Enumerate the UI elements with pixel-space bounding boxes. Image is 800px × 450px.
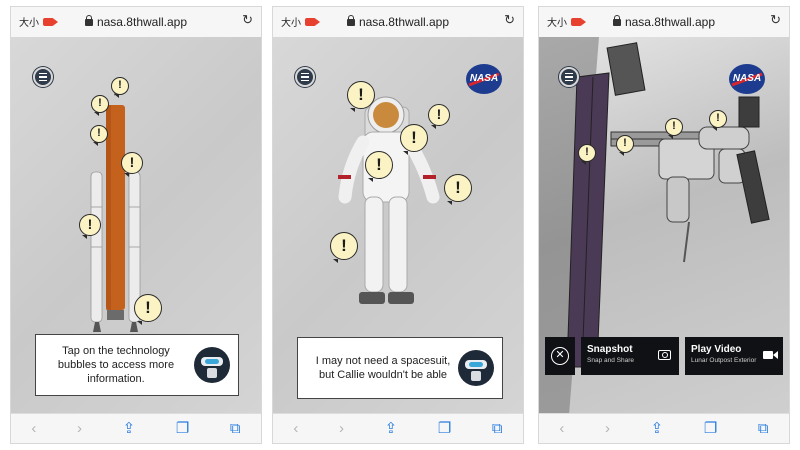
tech-bubble[interactable]: ! xyxy=(428,104,450,129)
dialog-line: Tap on the technology xyxy=(62,345,170,357)
camera-icon xyxy=(658,350,671,360)
robot-avatar-icon xyxy=(194,347,230,383)
ar-camera-view[interactable]: NASA ! ! ! ! ! ! I may not need a spaces… xyxy=(273,37,523,415)
phone-screen-rocket: 大小 nasa.8thwall.app ↻ ! ! ! ! ! ! Tap on… xyxy=(10,6,262,444)
browser-toolbar: ‹ › ⇪ ❐ ⧉ xyxy=(273,413,523,443)
phone-screen-station: 大小 nasa.8thwall.app ↻ NASA ! ! ! ! ✕ Sna… xyxy=(538,6,790,444)
lock-icon xyxy=(612,15,621,26)
browser-url-bar: 大小 nasa.8thwall.app ↻ xyxy=(273,7,523,37)
dialog-message: Tap on the technology bubbles to access … xyxy=(46,344,186,386)
forward-icon[interactable]: › xyxy=(339,421,344,436)
guide-dialog: Tap on the technology bubbles to access … xyxy=(35,334,239,396)
back-icon[interactable]: ‹ xyxy=(559,421,564,436)
bookmarks-icon[interactable]: ❐ xyxy=(438,421,451,436)
dialog-line: I may not need a spacesuit, xyxy=(315,355,451,367)
snapshot-button[interactable]: Snapshot Snap and Share xyxy=(581,337,679,375)
tech-bubble[interactable]: ! xyxy=(121,152,143,177)
action-bar: ✕ Snapshot Snap and Share Play Video Lun… xyxy=(545,337,783,375)
close-icon: ✕ xyxy=(551,347,569,365)
url-field[interactable]: nasa.8thwall.app xyxy=(539,15,789,29)
robot-avatar-icon xyxy=(458,350,494,386)
bookmarks-icon[interactable]: ❐ xyxy=(176,421,189,436)
ar-camera-view[interactable]: ! ! ! ! ! ! Tap on the technology bubble… xyxy=(11,37,261,415)
guide-dialog: I may not need a spacesuit, but Callie w… xyxy=(297,337,503,399)
back-icon[interactable]: ‹ xyxy=(293,421,298,436)
share-icon[interactable]: ⇪ xyxy=(385,421,398,436)
menu-button[interactable] xyxy=(559,67,579,87)
dialog-line: but Callie wouldn't be able xyxy=(318,369,448,381)
tech-bubble[interactable]: ! xyxy=(709,110,727,131)
url-text: nasa.8thwall.app xyxy=(624,15,716,29)
reload-icon[interactable]: ↻ xyxy=(242,12,253,28)
forward-icon[interactable]: › xyxy=(605,421,610,436)
share-icon[interactable]: ⇪ xyxy=(123,421,136,436)
tech-bubble[interactable]: ! xyxy=(90,125,108,146)
play-video-button[interactable]: Play Video Lunar Outpost Exterior xyxy=(685,337,783,375)
close-button[interactable]: ✕ xyxy=(545,337,575,375)
dialog-message: I may not need a spacesuit, but Callie w… xyxy=(308,354,458,382)
tech-bubble[interactable]: ! xyxy=(347,81,375,112)
url-field[interactable]: nasa.8thwall.app xyxy=(11,15,261,29)
browser-toolbar: ‹ › ⇪ ❐ ⧉ xyxy=(11,413,261,443)
tech-bubble[interactable]: ! xyxy=(616,135,634,156)
nasa-logo: NASA xyxy=(729,64,765,94)
lock-icon xyxy=(346,15,355,26)
ar-camera-view[interactable]: NASA ! ! ! ! ✕ Snapshot Snap and Share P… xyxy=(539,37,789,415)
tech-bubble[interactable]: ! xyxy=(111,77,129,98)
reload-icon[interactable]: ↻ xyxy=(504,12,515,28)
back-icon[interactable]: ‹ xyxy=(31,421,36,436)
share-icon[interactable]: ⇪ xyxy=(651,421,664,436)
url-text: nasa.8thwall.app xyxy=(358,15,450,29)
tech-bubble[interactable]: ! xyxy=(134,294,162,325)
bookmarks-icon[interactable]: ❐ xyxy=(704,421,717,436)
dialog-line: information. xyxy=(87,373,145,385)
browser-url-bar: 大小 nasa.8thwall.app ↻ xyxy=(539,7,789,37)
url-text: nasa.8thwall.app xyxy=(96,15,188,29)
tabs-icon[interactable]: ⧉ xyxy=(230,421,241,436)
tech-bubble[interactable]: ! xyxy=(665,118,683,139)
dialog-line: bubbles to access more xyxy=(57,359,175,371)
phone-screen-astronaut: 大小 nasa.8thwall.app ↻ NASA ! ! ! ! ! ! I… xyxy=(272,6,524,444)
tech-bubble[interactable]: ! xyxy=(330,232,358,263)
tabs-icon[interactable]: ⧉ xyxy=(492,421,503,436)
tech-bubble[interactable]: ! xyxy=(365,151,393,182)
tech-bubble[interactable]: ! xyxy=(578,144,596,165)
tech-bubble[interactable]: ! xyxy=(91,95,109,116)
tech-bubble[interactable]: ! xyxy=(444,174,472,205)
forward-icon[interactable]: › xyxy=(77,421,82,436)
lock-icon xyxy=(84,15,93,26)
tabs-icon[interactable]: ⧉ xyxy=(758,421,769,436)
video-camera-icon xyxy=(763,351,778,359)
reload-icon[interactable]: ↻ xyxy=(770,12,781,28)
browser-toolbar: ‹ › ⇪ ❐ ⧉ xyxy=(539,413,789,443)
browser-url-bar: 大小 nasa.8thwall.app ↻ xyxy=(11,7,261,37)
tech-bubble[interactable]: ! xyxy=(79,214,101,239)
url-field[interactable]: nasa.8thwall.app xyxy=(273,15,523,29)
tech-bubble[interactable]: ! xyxy=(400,124,428,155)
